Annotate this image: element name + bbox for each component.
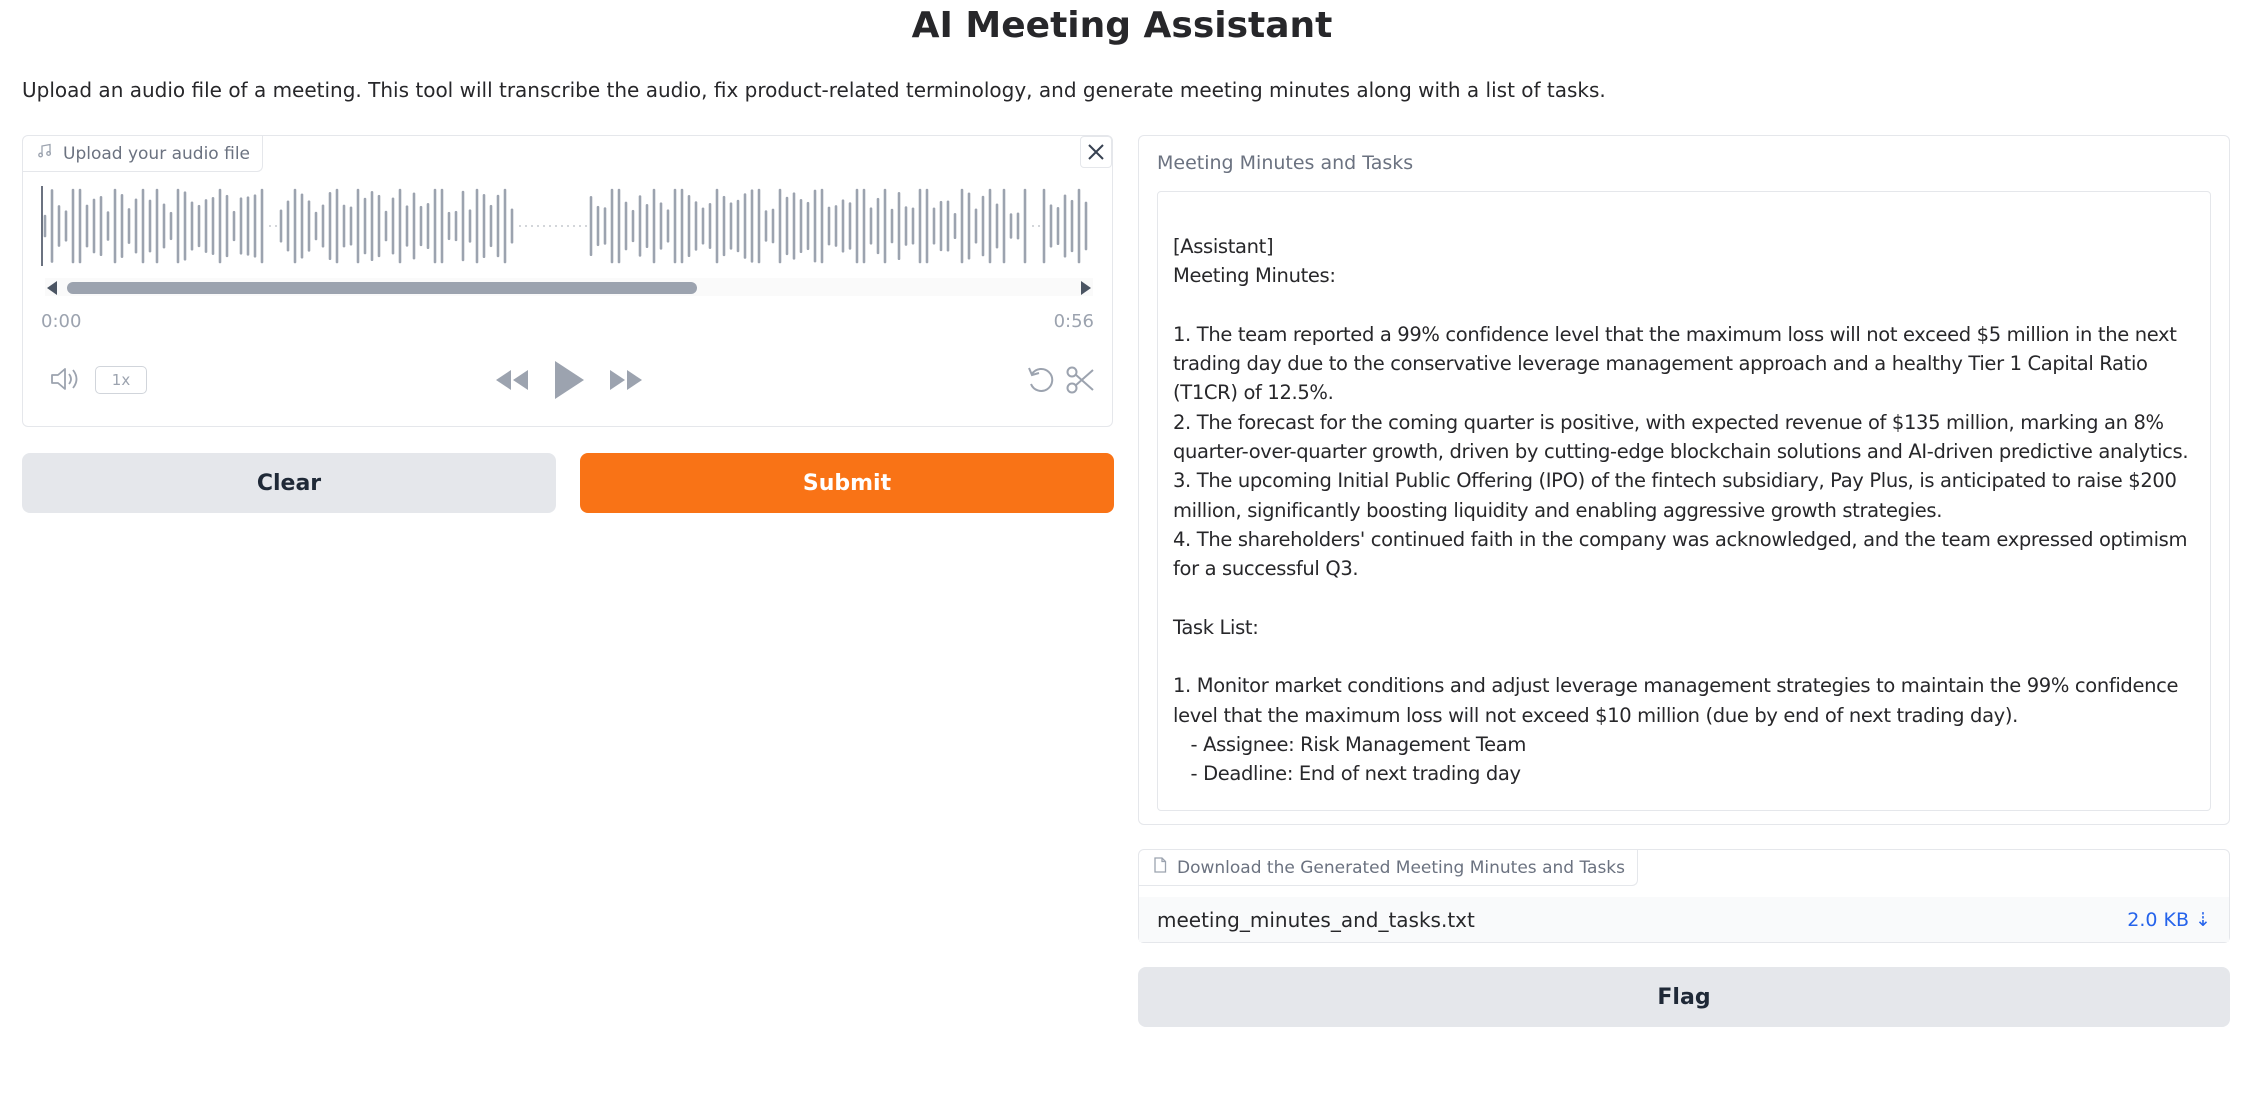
scroll-right-arrow-icon[interactable] xyxy=(1081,281,1091,295)
music-note-icon xyxy=(37,143,53,164)
file-name: meeting_minutes_and_tasks.txt xyxy=(1157,907,1475,932)
flag-button[interactable]: Flag xyxy=(1138,967,2230,1027)
download-panel: Download the Generated Meeting Minutes a… xyxy=(1138,849,2230,943)
file-row: meeting_minutes_and_tasks.txt 2.0 KB ⇣ xyxy=(1139,897,2229,942)
play-button[interactable] xyxy=(551,358,587,406)
page-title: AI Meeting Assistant xyxy=(911,5,1333,46)
clear-audio-button[interactable] xyxy=(1080,136,1112,168)
fast-forward-button[interactable] xyxy=(607,366,645,398)
submit-button[interactable]: Submit xyxy=(580,453,1114,513)
file-icon xyxy=(1153,857,1167,878)
trim-button[interactable] xyxy=(1065,364,1097,400)
rewind-icon xyxy=(496,370,528,390)
minutes-textbox[interactable]: [Assistant] Meeting Minutes: 1. The team… xyxy=(1157,191,2211,811)
audio-label-tab: Upload your audio file xyxy=(23,136,263,172)
minutes-output-panel: Meeting Minutes and Tasks [Assistant] Me… xyxy=(1138,135,2230,825)
undo-button[interactable] xyxy=(1025,364,1057,400)
download-label: Download the Generated Meeting Minutes a… xyxy=(1177,857,1626,878)
close-icon xyxy=(1088,144,1104,160)
undo-icon xyxy=(1028,367,1054,392)
download-label-tab: Download the Generated Meeting Minutes a… xyxy=(1139,850,1639,886)
volume-icon xyxy=(51,368,78,390)
minutes-label: Meeting Minutes and Tasks xyxy=(1157,152,1414,174)
waveform-scroll-thumb[interactable] xyxy=(67,282,697,294)
audio-upload-panel: Upload your audio file 0:00 0:56 1x xyxy=(22,135,1113,427)
rewind-button[interactable] xyxy=(493,366,531,398)
scroll-left-arrow-icon[interactable] xyxy=(47,281,57,295)
playback-rate-button[interactable]: 1x xyxy=(95,366,147,394)
clear-button[interactable]: Clear xyxy=(22,453,556,513)
scissors-icon xyxy=(1066,366,1094,394)
page-description: Upload an audio file of a meeting. This … xyxy=(22,78,1606,102)
fast-forward-icon xyxy=(610,370,642,390)
audio-waveform[interactable] xyxy=(41,186,1096,266)
audio-label: Upload your audio file xyxy=(63,143,250,164)
volume-button[interactable] xyxy=(49,364,83,398)
duration-time: 0:56 xyxy=(1053,311,1094,332)
current-time: 0:00 xyxy=(41,311,82,332)
play-icon xyxy=(555,361,584,399)
file-download-link[interactable]: 2.0 KB ⇣ xyxy=(2127,909,2211,931)
